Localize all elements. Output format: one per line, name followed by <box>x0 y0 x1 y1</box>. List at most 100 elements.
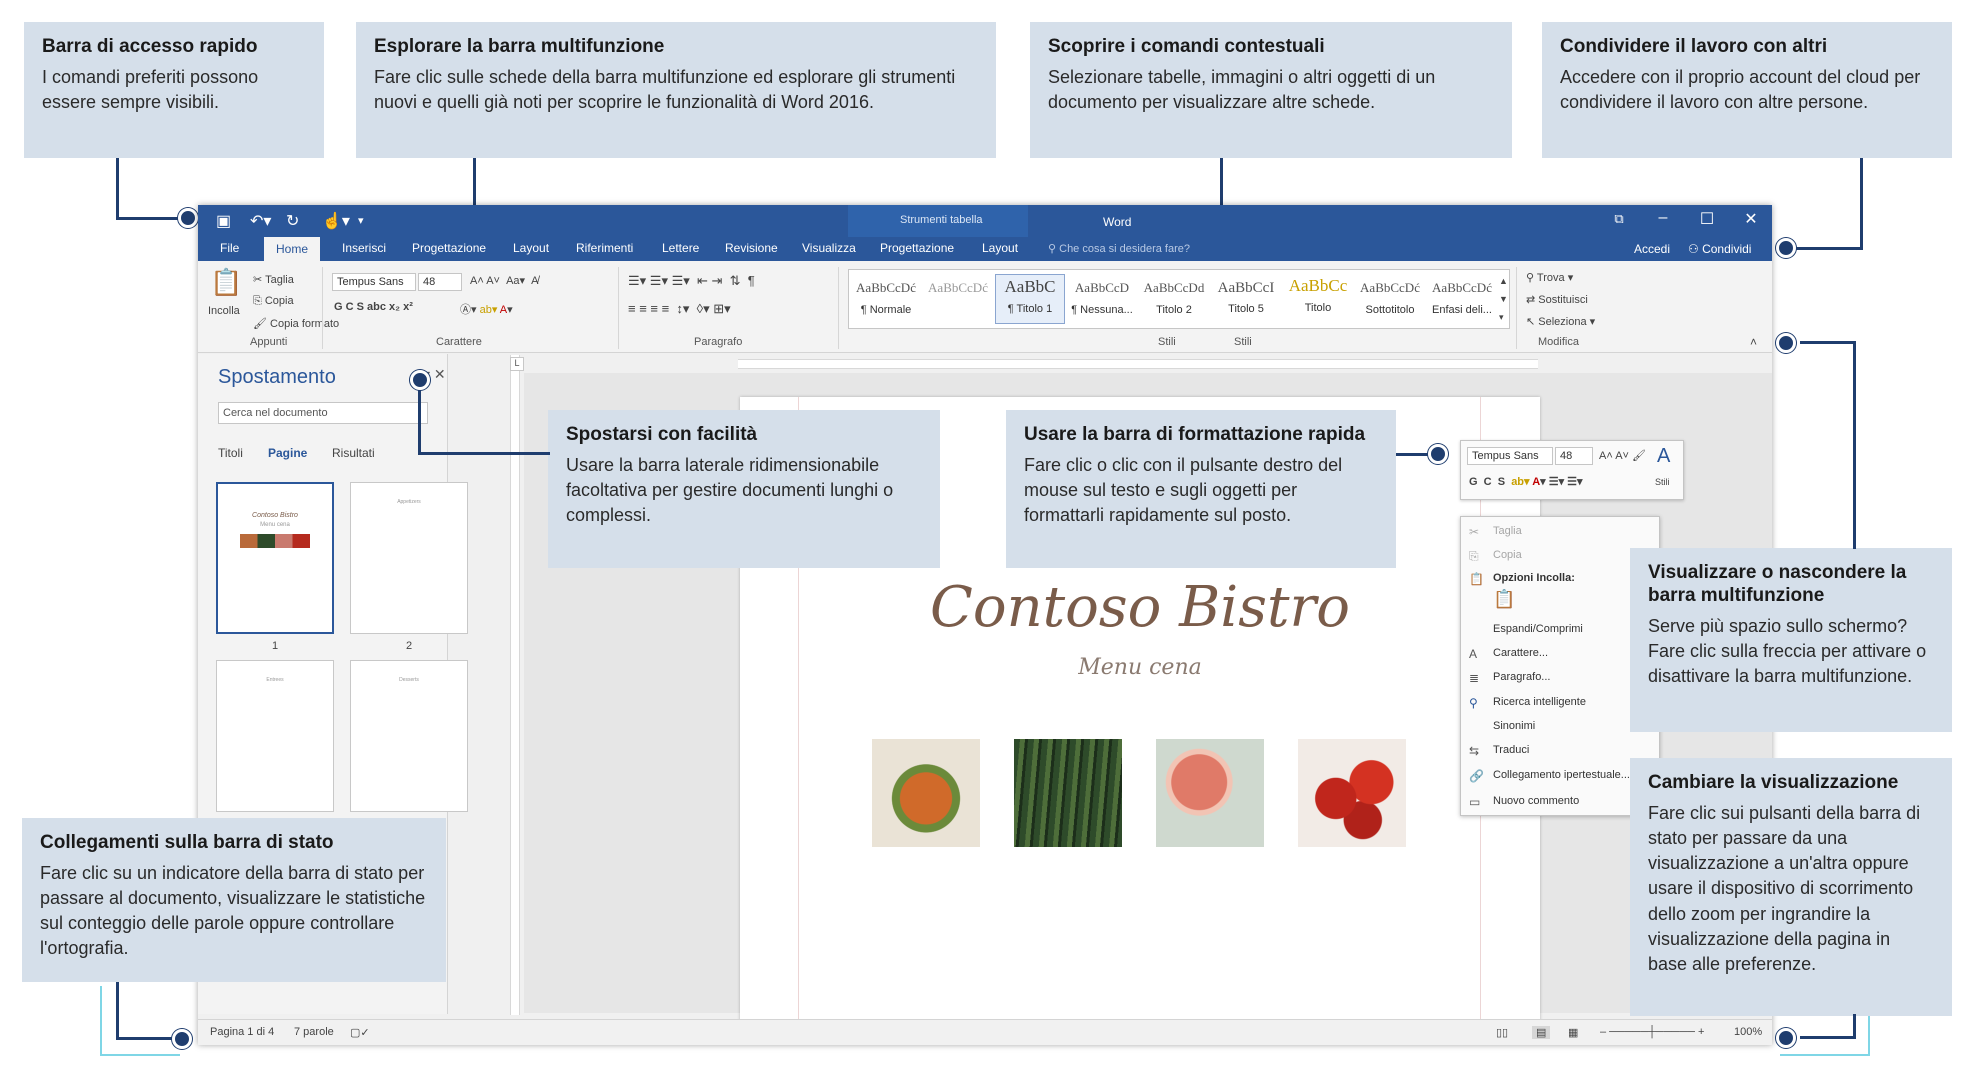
document-title[interactable]: Contoso Bistro <box>740 575 1540 640</box>
font-name-dropdown[interactable]: Tempus Sans <box>332 273 416 291</box>
photo-beans[interactable] <box>872 739 980 847</box>
zoom-level[interactable]: 100% <box>1734 1026 1762 1038</box>
copy-button[interactable]: ⎘ Copia <box>253 295 294 308</box>
font-color-icons[interactable]: Ⓐ▾ ab▾ A▾ <box>460 301 513 317</box>
photo-asparagus[interactable] <box>1014 739 1122 847</box>
style-subtitle[interactable]: AaBbCcDć Sottotitolo <box>1355 274 1425 324</box>
page-thumbnail[interactable]: Entrees <box>216 660 334 812</box>
page-thumbnail[interactable]: Contoso Bistro Menu cena <box>216 482 334 634</box>
connector-line <box>1860 158 1863 250</box>
connector-line <box>418 380 421 454</box>
minimize-icon[interactable]: – <box>1648 209 1678 227</box>
style-heading5[interactable]: AaBbCcI Titolo 5 <box>1211 274 1281 324</box>
photo-tomatoes[interactable] <box>1298 739 1406 847</box>
tab-insert[interactable]: Inserisci <box>342 241 386 255</box>
menu-item-smart-lookup[interactable]: Ricerca intelligente <box>1493 696 1586 708</box>
font-grow-shrink-icons[interactable]: A˄ A˅ Aa▾ A̸ <box>470 274 539 287</box>
style-no-spacing[interactable]: AaBbCcD ¶ Nessuna... <box>1067 274 1137 324</box>
mini-font-dropdown[interactable]: Tempus Sans <box>1467 447 1553 465</box>
tab-design[interactable]: Progettazione <box>412 241 486 255</box>
list-icons[interactable]: ☰▾ ☰▾ ☰▾ ⇤ ⇥ ⇅ ¶ <box>628 273 755 289</box>
page-thumbnail[interactable]: Appetizers <box>350 482 468 634</box>
collapse-ribbon-icon[interactable]: ˄ <box>1750 335 1757 349</box>
gallery-scroll-icon[interactable]: ▲ ▼ ▾ <box>1499 272 1508 326</box>
paste-icon[interactable]: 📋 <box>210 267 242 298</box>
redo-icon[interactable]: ↻ <box>286 211 299 231</box>
ribbon-display-options-icon[interactable]: ⧉ <box>1604 211 1634 227</box>
proofing-icon[interactable]: ▢✓ <box>350 1026 370 1039</box>
tab-home[interactable]: Home <box>264 237 321 261</box>
mini-grow-shrink-icons[interactable]: A˄ A˅ 🖌 <box>1599 449 1646 462</box>
close-icon[interactable]: ✕ <box>1736 209 1766 229</box>
menu-item-font[interactable]: Carattere... <box>1493 647 1548 659</box>
web-layout-icon[interactable]: ▦ <box>1568 1026 1578 1039</box>
translate-icon: ⇆ <box>1469 744 1480 758</box>
menu-item-new-comment[interactable]: Nuovo commento <box>1493 795 1579 807</box>
undo-icon[interactable]: ↶▾ <box>250 211 271 231</box>
mini-styles-label[interactable]: Stili <box>1655 477 1670 487</box>
callout-share: Condividere il lavoro con altri Accedere… <box>1542 22 1952 158</box>
nav-tab-pages[interactable]: Pagine <box>268 446 307 460</box>
nav-tab-headings[interactable]: Titoli <box>218 446 243 460</box>
align-icons[interactable]: ≡ ≡ ≡ ≡ ↕▾ ◊▾ ⊞▾ <box>628 301 731 317</box>
style-normal[interactable]: AaBbCcDć ¶ Normale <box>851 274 921 324</box>
font-format-row[interactable]: G C S abc x₂ x² <box>334 301 413 313</box>
page-thumbnail[interactable]: Desserts <box>350 660 468 812</box>
tell-me-box[interactable]: ⚲ Che cosa si desidera fare? <box>1048 242 1190 255</box>
page-indicator[interactable]: Pagina 1 di 4 <box>210 1026 274 1038</box>
menu-item-copy[interactable]: Copia <box>1493 549 1522 561</box>
tab-references[interactable]: Riferimenti <box>576 241 633 255</box>
document-subtitle[interactable]: Menu cena <box>740 655 1540 680</box>
mini-format-row[interactable]: G C S ab▾ A▾ ☰▾ ☰▾ <box>1469 475 1583 488</box>
menu-item-translate[interactable]: Traduci <box>1493 744 1529 756</box>
style-heading1[interactable]: AaBbC ¶ Titolo 1 <box>995 274 1065 324</box>
sign-in-link[interactable]: Accedi <box>1634 242 1670 256</box>
tab-table-layout[interactable]: Layout <box>982 241 1018 255</box>
format-painter-button[interactable]: 🖌 Copia formato <box>253 317 339 330</box>
share-button[interactable]: ⚇ Condividi <box>1688 242 1751 256</box>
callout-body: I comandi preferiti possono essere sempr… <box>42 66 259 112</box>
mini-size-dropdown[interactable]: 48 <box>1555 447 1593 465</box>
styles-icon[interactable]: A <box>1657 445 1670 468</box>
style-title[interactable]: AaBbCc Titolo <box>1283 274 1353 324</box>
find-button[interactable]: ⚲ Trova ▾ <box>1526 271 1573 284</box>
photo-grapefruit[interactable] <box>1156 739 1264 847</box>
ruler-corner[interactable]: L <box>510 357 524 371</box>
zoom-slider[interactable]: – ─────┼───── + <box>1600 1026 1704 1038</box>
print-layout-icon[interactable]: ▤ <box>1532 1026 1551 1039</box>
select-button[interactable]: ↖ Seleziona ▾ <box>1526 315 1595 328</box>
connector-line <box>116 158 119 220</box>
font-size-dropdown[interactable]: 48 <box>418 273 462 291</box>
menu-item-cut[interactable]: Taglia <box>1493 525 1522 537</box>
tab-review[interactable]: Revisione <box>725 241 778 255</box>
tab-layout[interactable]: Layout <box>513 241 549 255</box>
style-heading2[interactable]: AaBbCcDd Titolo 2 <box>1139 274 1209 324</box>
menu-item-synonyms[interactable]: Sinonimi <box>1493 720 1535 732</box>
menu-item-expand[interactable]: Espandi/Comprimi <box>1493 623 1583 635</box>
tab-file[interactable]: File <box>220 241 239 255</box>
menu-item-paragraph[interactable]: Paragrafo... <box>1493 671 1550 683</box>
thumb-title: Contoso Bistro <box>252 512 298 519</box>
tab-mailings[interactable]: Lettere <box>662 241 699 255</box>
read-mode-icon[interactable]: ▯▯ <box>1496 1026 1508 1039</box>
styles-gallery[interactable]: AaBbCcDć ¶ Normale AaBbCcDć AaBbC ¶ Titolo… <box>848 269 1510 329</box>
customize-qat-icon[interactable]: ▾ <box>358 214 364 227</box>
paste-button[interactable]: Incolla <box>208 305 240 317</box>
touch-mode-icon[interactable]: ☝▾ <box>322 211 350 231</box>
style-name: ¶ Normale <box>860 304 912 316</box>
tab-table-design[interactable]: Progettazione <box>880 241 954 255</box>
save-icon[interactable]: ▣ <box>216 211 231 231</box>
nav-tab-results[interactable]: Risultati <box>332 446 375 460</box>
style-subtle-emphasis[interactable]: AaBbCcDć Enfasi deli... <box>1427 274 1497 324</box>
page-number: 1 <box>272 640 279 652</box>
tab-view[interactable]: Visualizza <box>802 241 856 255</box>
paste-keep-text-icon[interactable]: 📋 <box>1493 589 1515 610</box>
cut-button[interactable]: ✂ Taglia <box>253 273 294 286</box>
maximize-icon[interactable]: ☐ <box>1692 209 1722 229</box>
nav-search-input[interactable]: Cerca nel documento <box>218 402 428 424</box>
group-separator <box>618 267 619 349</box>
style-item[interactable]: AaBbCcDć <box>923 274 993 324</box>
menu-item-hyperlink[interactable]: Collegamento ipertestuale... <box>1493 769 1630 781</box>
word-count[interactable]: 7 parole <box>294 1026 334 1038</box>
replace-button[interactable]: ⇄ Sostituisci <box>1526 293 1588 306</box>
